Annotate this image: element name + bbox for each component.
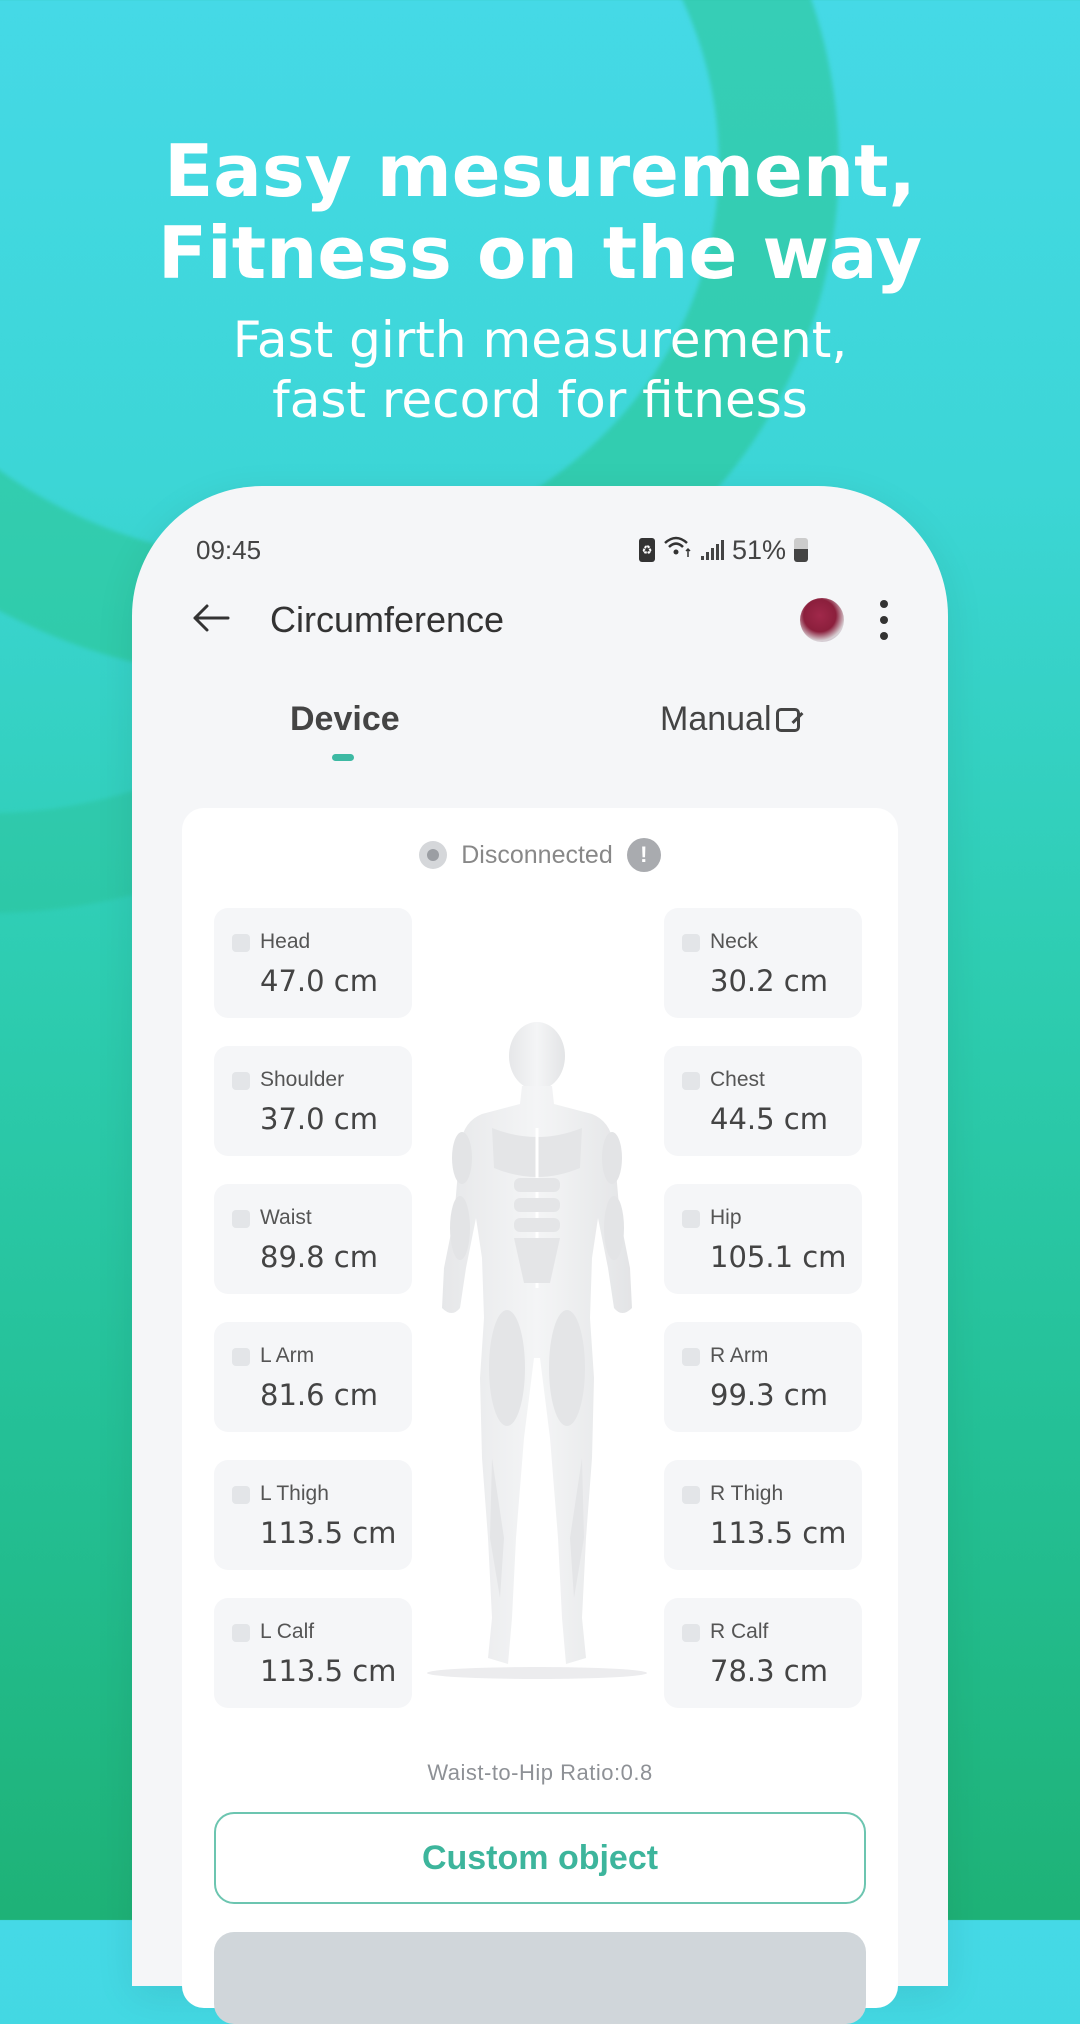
app-bar: Circumference: [192, 590, 888, 650]
checkbox[interactable]: [682, 1624, 700, 1642]
tab-manual-label: Manual: [660, 700, 772, 738]
measurement-card: Disconnected ! Head 47.0 cm Shoulder 37.…: [182, 808, 898, 2024]
measurement-neck[interactable]: Neck 30.2 cm: [664, 908, 862, 1018]
measurement-l-thigh[interactable]: L Thigh 113.5 cm: [214, 1460, 412, 1570]
arrow-left-icon: [193, 604, 230, 631]
measurement-label: R Calf: [710, 1620, 769, 1643]
checkbox[interactable]: [232, 1072, 250, 1090]
active-tab-indicator: [332, 754, 354, 761]
checkbox[interactable]: [232, 1210, 250, 1228]
connection-status: Disconnected !: [182, 838, 898, 872]
status-icons: ♻ 51%: [638, 534, 808, 566]
wifi-icon: [663, 535, 693, 566]
battery-percent: 51%: [731, 534, 786, 565]
measurement-chest[interactable]: Chest 44.5 cm: [664, 1046, 862, 1156]
measurement-label: Hip: [710, 1206, 742, 1229]
back-button[interactable]: [192, 598, 270, 643]
measurement-shoulder[interactable]: Shoulder 37.0 cm: [214, 1046, 412, 1156]
headline-line-1: Easy mesurement,: [164, 129, 916, 213]
measurement-head[interactable]: Head 47.0 cm: [214, 908, 412, 1018]
save-button[interactable]: [214, 1932, 866, 2024]
measurement-value: 47.0 cm: [260, 964, 378, 998]
checkbox[interactable]: [682, 1348, 700, 1366]
measurement-label: R Arm: [710, 1344, 769, 1367]
status-time: 09:45: [196, 534, 262, 565]
status-bar: 09:45 ♻ 51%: [196, 530, 808, 570]
custom-object-button[interactable]: Custom object: [214, 1812, 866, 1904]
measurement-value: 99.3 cm: [710, 1378, 828, 1412]
checkbox[interactable]: [682, 1210, 700, 1228]
subtitle-line-2: fast record for fitness: [272, 371, 808, 429]
measurement-value: 37.0 cm: [260, 1102, 378, 1136]
tab-device[interactable]: Device: [290, 700, 400, 739]
measurement-value: 113.5 cm: [710, 1516, 847, 1550]
checkbox[interactable]: [232, 1486, 250, 1504]
measurement-value: 44.5 cm: [710, 1102, 828, 1136]
subtitle-line-1: Fast girth measurement,: [232, 311, 848, 369]
measurement-waist[interactable]: Waist 89.8 cm: [214, 1184, 412, 1294]
measurement-value: 113.5 cm: [260, 1654, 397, 1688]
measurement-r-thigh[interactable]: R Thigh 113.5 cm: [664, 1460, 862, 1570]
measurement-value: 89.8 cm: [260, 1240, 378, 1274]
battery-saver-icon: ♻: [638, 538, 655, 562]
measurement-label: L Thigh: [260, 1482, 329, 1505]
headline-line-2: Fitness on the way: [157, 211, 923, 295]
checkbox[interactable]: [682, 934, 700, 952]
connection-status-text: Disconnected: [461, 840, 613, 869]
measurement-label: R Thigh: [710, 1482, 784, 1505]
checkbox[interactable]: [232, 1624, 250, 1642]
hero-subtitle: Fast girth measurement, fast record for …: [0, 310, 1080, 430]
edit-icon: [775, 707, 800, 732]
measurement-label: Neck: [710, 930, 758, 953]
measurement-value: 81.6 cm: [260, 1378, 378, 1412]
connection-dot-icon: [419, 841, 448, 869]
measurement-r-arm[interactable]: R Arm 99.3 cm: [664, 1322, 862, 1432]
measurement-label: Shoulder: [260, 1068, 345, 1091]
body-figure-illustration: [427, 1022, 647, 1679]
info-icon[interactable]: !: [626, 838, 661, 872]
measurement-l-calf[interactable]: L Calf 113.5 cm: [214, 1598, 412, 1708]
battery-icon: [794, 538, 808, 562]
waist-hip-ratio: Waist-to-Hip Ratio:0.8: [427, 1760, 653, 1785]
more-vertical-icon[interactable]: [880, 600, 888, 640]
hero-headline: Easy mesurement, Fitness on the way: [0, 130, 1080, 294]
tab-bar: Device Manual: [132, 700, 948, 780]
measurement-value: 30.2 cm: [710, 964, 828, 998]
measurement-label: L Calf: [260, 1620, 315, 1643]
measurement-r-calf[interactable]: R Calf 78.3 cm: [664, 1598, 862, 1708]
signal-icon: [700, 540, 724, 560]
phone-mockup: 09:45 ♻ 51% Circumference Device Manual: [132, 486, 948, 2024]
page-title: Circumference: [270, 599, 505, 640]
hero-banner: Easy mesurement, Fitness on the way Fast…: [0, 130, 1080, 430]
tab-manual[interactable]: Manual: [660, 700, 800, 739]
measurement-value: 105.1 cm: [710, 1240, 847, 1274]
checkbox[interactable]: [232, 1348, 250, 1366]
checkbox[interactable]: [232, 934, 250, 952]
measurement-label: L Arm: [260, 1344, 315, 1367]
measurement-value: 113.5 cm: [260, 1516, 397, 1550]
checkbox[interactable]: [682, 1486, 700, 1504]
avatar[interactable]: [800, 598, 844, 642]
measurement-label: Waist: [260, 1206, 312, 1229]
measurement-hip[interactable]: Hip 105.1 cm: [664, 1184, 862, 1294]
measurement-value: 78.3 cm: [710, 1654, 828, 1688]
measurement-l-arm[interactable]: L Arm 81.6 cm: [214, 1322, 412, 1432]
measurement-label: Head: [260, 930, 311, 953]
measurement-label: Chest: [710, 1068, 765, 1091]
checkbox[interactable]: [682, 1072, 700, 1090]
